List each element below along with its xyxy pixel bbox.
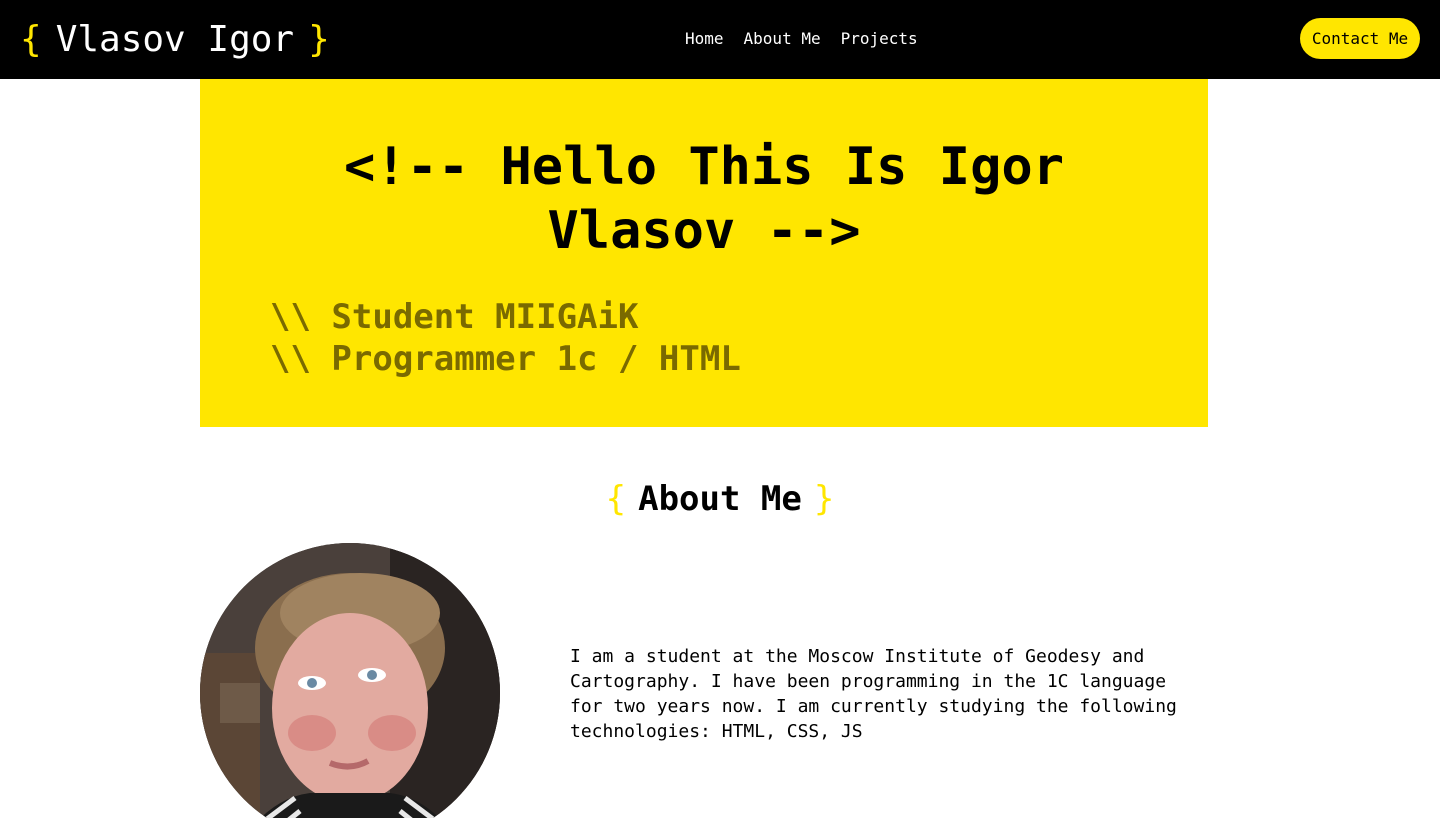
nav-projects[interactable]: Projects [841,28,918,50]
logo-name: Vlasov Igor [55,19,295,60]
hero-subtitle-student: \\ Student MIIGAiK [270,297,639,337]
nav-home[interactable]: Home [685,28,724,50]
logo-open-brace: { [20,19,42,60]
hero-subtitles: \\ Student MIIGAiK \\ Programmer 1c / HT… [270,296,1130,380]
profile-photo-illustration [200,543,500,818]
about-heading-label: About Me [638,479,802,519]
about-description: I am a student at the Moscow Institute o… [570,646,1177,742]
about-open-brace: { [605,479,627,519]
about-close-brace: } [813,479,835,519]
hero-subtitle-programmer: \\ Programmer 1c / HTML [270,339,741,379]
site-header: { Vlasov Igor} Home About Me Projects Con… [0,0,1440,79]
logo[interactable]: { Vlasov Igor} [20,18,330,62]
logo-close-brace: } [308,19,330,60]
hero-title: <!-- Hello This Is Igor Vlasov --> [343,137,1065,261]
hero-banner: <!-- Hello This Is Igor Vlasov --> \\ St… [200,79,1208,427]
nav-about-me[interactable]: About Me [744,28,821,50]
profile-photo [200,543,500,818]
main-nav: Home About Me Projects [685,28,918,50]
about-heading: { About Me} [0,474,1440,524]
contact-me-button[interactable]: Contact Me [1300,18,1420,59]
